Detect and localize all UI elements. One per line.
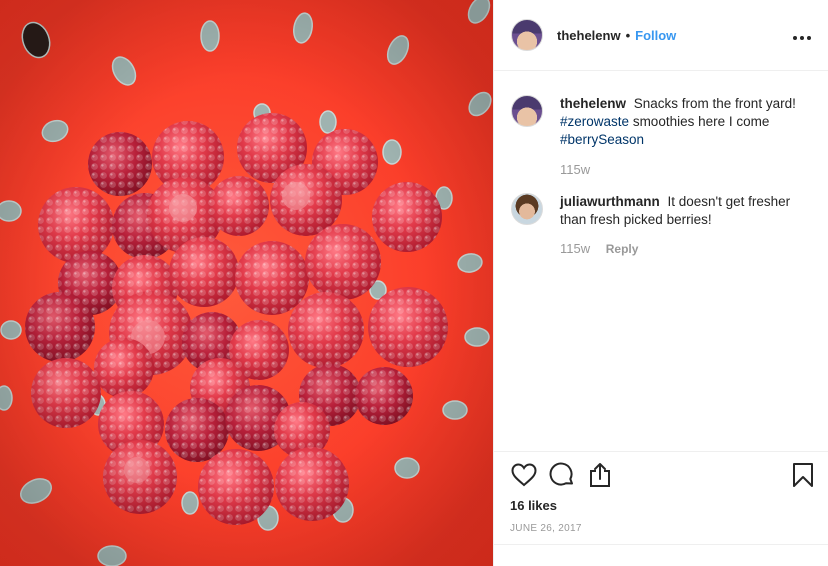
heart-icon[interactable] (510, 461, 538, 489)
add-comment-divider (494, 544, 828, 545)
more-options-icon[interactable] (792, 30, 812, 41)
likes-count[interactable]: 16 likes (510, 498, 813, 513)
post-photo[interactable] (0, 0, 493, 566)
comment-meta: 115w (560, 161, 796, 179)
caption-comment: thehelenw Snacks from the front yard! #z… (511, 95, 812, 179)
header-separator: • (625, 27, 631, 43)
comment-text: Snacks from the front yard! (633, 96, 796, 111)
author-username[interactable]: thehelenw (557, 28, 621, 43)
reply-button[interactable]: Reply (606, 242, 639, 256)
comment-icon[interactable] (548, 461, 576, 489)
hashtag-link[interactable]: #zerowaste (560, 114, 629, 129)
raspberries-in-colander-image (0, 0, 493, 566)
comments-list: thehelenw Snacks from the front yard! #z… (494, 71, 828, 258)
comment-meta: 115w Reply (560, 240, 812, 258)
post-header: thehelenw • Follow (494, 0, 828, 71)
comment-body: thehelenw Snacks from the front yard! #z… (560, 95, 796, 179)
action-icons (510, 452, 813, 498)
author-avatar[interactable] (511, 19, 543, 51)
post-sidebar: thehelenw • Follow thehelenw Snacks from… (493, 0, 828, 566)
hashtag-link[interactable]: #berrySeason (560, 132, 644, 147)
share-icon[interactable] (586, 461, 614, 489)
comment-body: juliawurthmann It doesn't get fresher th… (560, 193, 812, 258)
follow-button[interactable]: Follow (635, 28, 676, 43)
user-comment: juliawurthmann It doesn't get fresher th… (511, 193, 812, 258)
post-date[interactable]: June 26, 2017 (510, 523, 813, 534)
instagram-post: thehelenw • Follow thehelenw Snacks from… (0, 0, 828, 566)
bookmark-icon[interactable] (789, 461, 817, 489)
commenter-avatar[interactable] (511, 95, 543, 127)
comment-text-continued: smoothies here I come (632, 114, 770, 129)
comment-timestamp[interactable]: 115w (560, 162, 590, 177)
comment-username[interactable]: juliawurthmann (560, 194, 664, 209)
commenter-avatar[interactable] (511, 193, 543, 225)
comment-timestamp[interactable]: 115w (560, 241, 590, 256)
post-actions: 16 likes June 26, 2017 (494, 451, 828, 534)
comment-username[interactable]: thehelenw (560, 96, 630, 111)
